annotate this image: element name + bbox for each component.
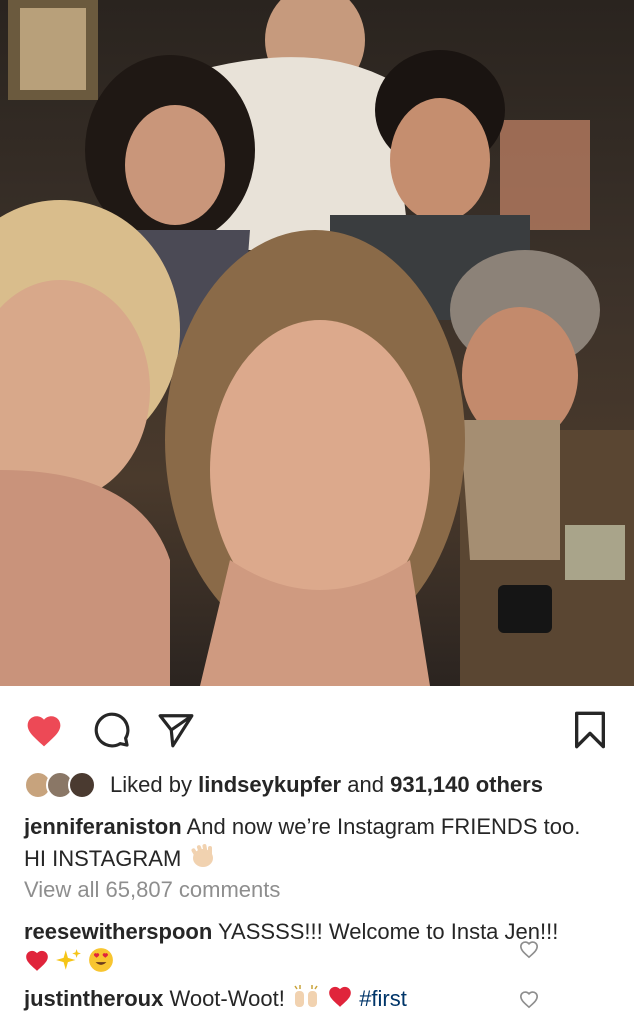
person-face: [125, 105, 225, 225]
comment-like-button[interactable]: [518, 937, 542, 961]
post-caption: jenniferaniston And now we’re Instagram …: [24, 812, 604, 878]
photo-illustration: [0, 0, 634, 686]
hashtag-link[interactable]: #first: [359, 986, 407, 1011]
likes-count-link[interactable]: 931,140 others: [390, 772, 543, 797]
likes-row: Liked by lindseykupfer and 931,140 other…: [24, 768, 624, 802]
heart-outline-icon: [519, 941, 539, 959]
avatar[interactable]: [68, 771, 96, 799]
heart-filled-icon: [27, 716, 61, 747]
person-shirt: [460, 420, 560, 560]
likes-text: Liked by lindseykupfer and 931,140 other…: [110, 772, 543, 798]
view-all-comments-link[interactable]: View all 65,807 comments: [24, 877, 280, 903]
liker-username-link[interactable]: lindseykupfer: [198, 772, 341, 797]
likes-middle: and: [347, 772, 384, 797]
comment-like-button[interactable]: [518, 987, 542, 1011]
share-button[interactable]: [154, 708, 198, 752]
post-action-bar: [0, 700, 634, 760]
raising-hands-emoji-icon: [291, 983, 321, 1017]
save-button[interactable]: [568, 708, 612, 752]
wall-picture: [20, 8, 86, 90]
heart-outline-icon: [519, 991, 539, 1009]
like-button[interactable]: [22, 708, 66, 752]
comment-username-link[interactable]: justintheroux: [24, 986, 163, 1011]
person-face: [390, 98, 490, 222]
comment-item: reesewitherspoon YASSSS!!! Welcome to In…: [24, 917, 564, 981]
comment-username-link[interactable]: reesewitherspoon: [24, 919, 212, 944]
sparkles-emoji-icon: [56, 947, 82, 981]
post-photo[interactable]: [0, 0, 634, 686]
likes-prefix: Liked by: [110, 772, 192, 797]
heart-eyes-emoji-icon: [88, 947, 114, 981]
caption-username-link[interactable]: jenniferaniston: [24, 814, 182, 839]
bookmark-icon: [575, 711, 605, 749]
red-heart-emoji-icon: [24, 948, 50, 980]
comment-text: Woot-Woot!: [169, 985, 285, 1011]
comment-text: YASSSS!!! Welcome to Insta Jen!!!: [218, 919, 559, 944]
person-shoulder: [0, 470, 170, 686]
comment-icon: [94, 712, 130, 748]
liker-avatars: [24, 769, 104, 801]
paper-plane-icon: [158, 714, 194, 748]
comment-button[interactable]: [90, 708, 134, 752]
fireplace-glow: [500, 120, 590, 230]
comment-item: justintheroux Woot-Woot! #first: [24, 983, 564, 1017]
table-tray: [565, 525, 625, 580]
waving-hand-emoji-icon: [187, 842, 217, 878]
phone-on-table: [498, 585, 552, 633]
red-heart-emoji-icon: [327, 984, 353, 1016]
